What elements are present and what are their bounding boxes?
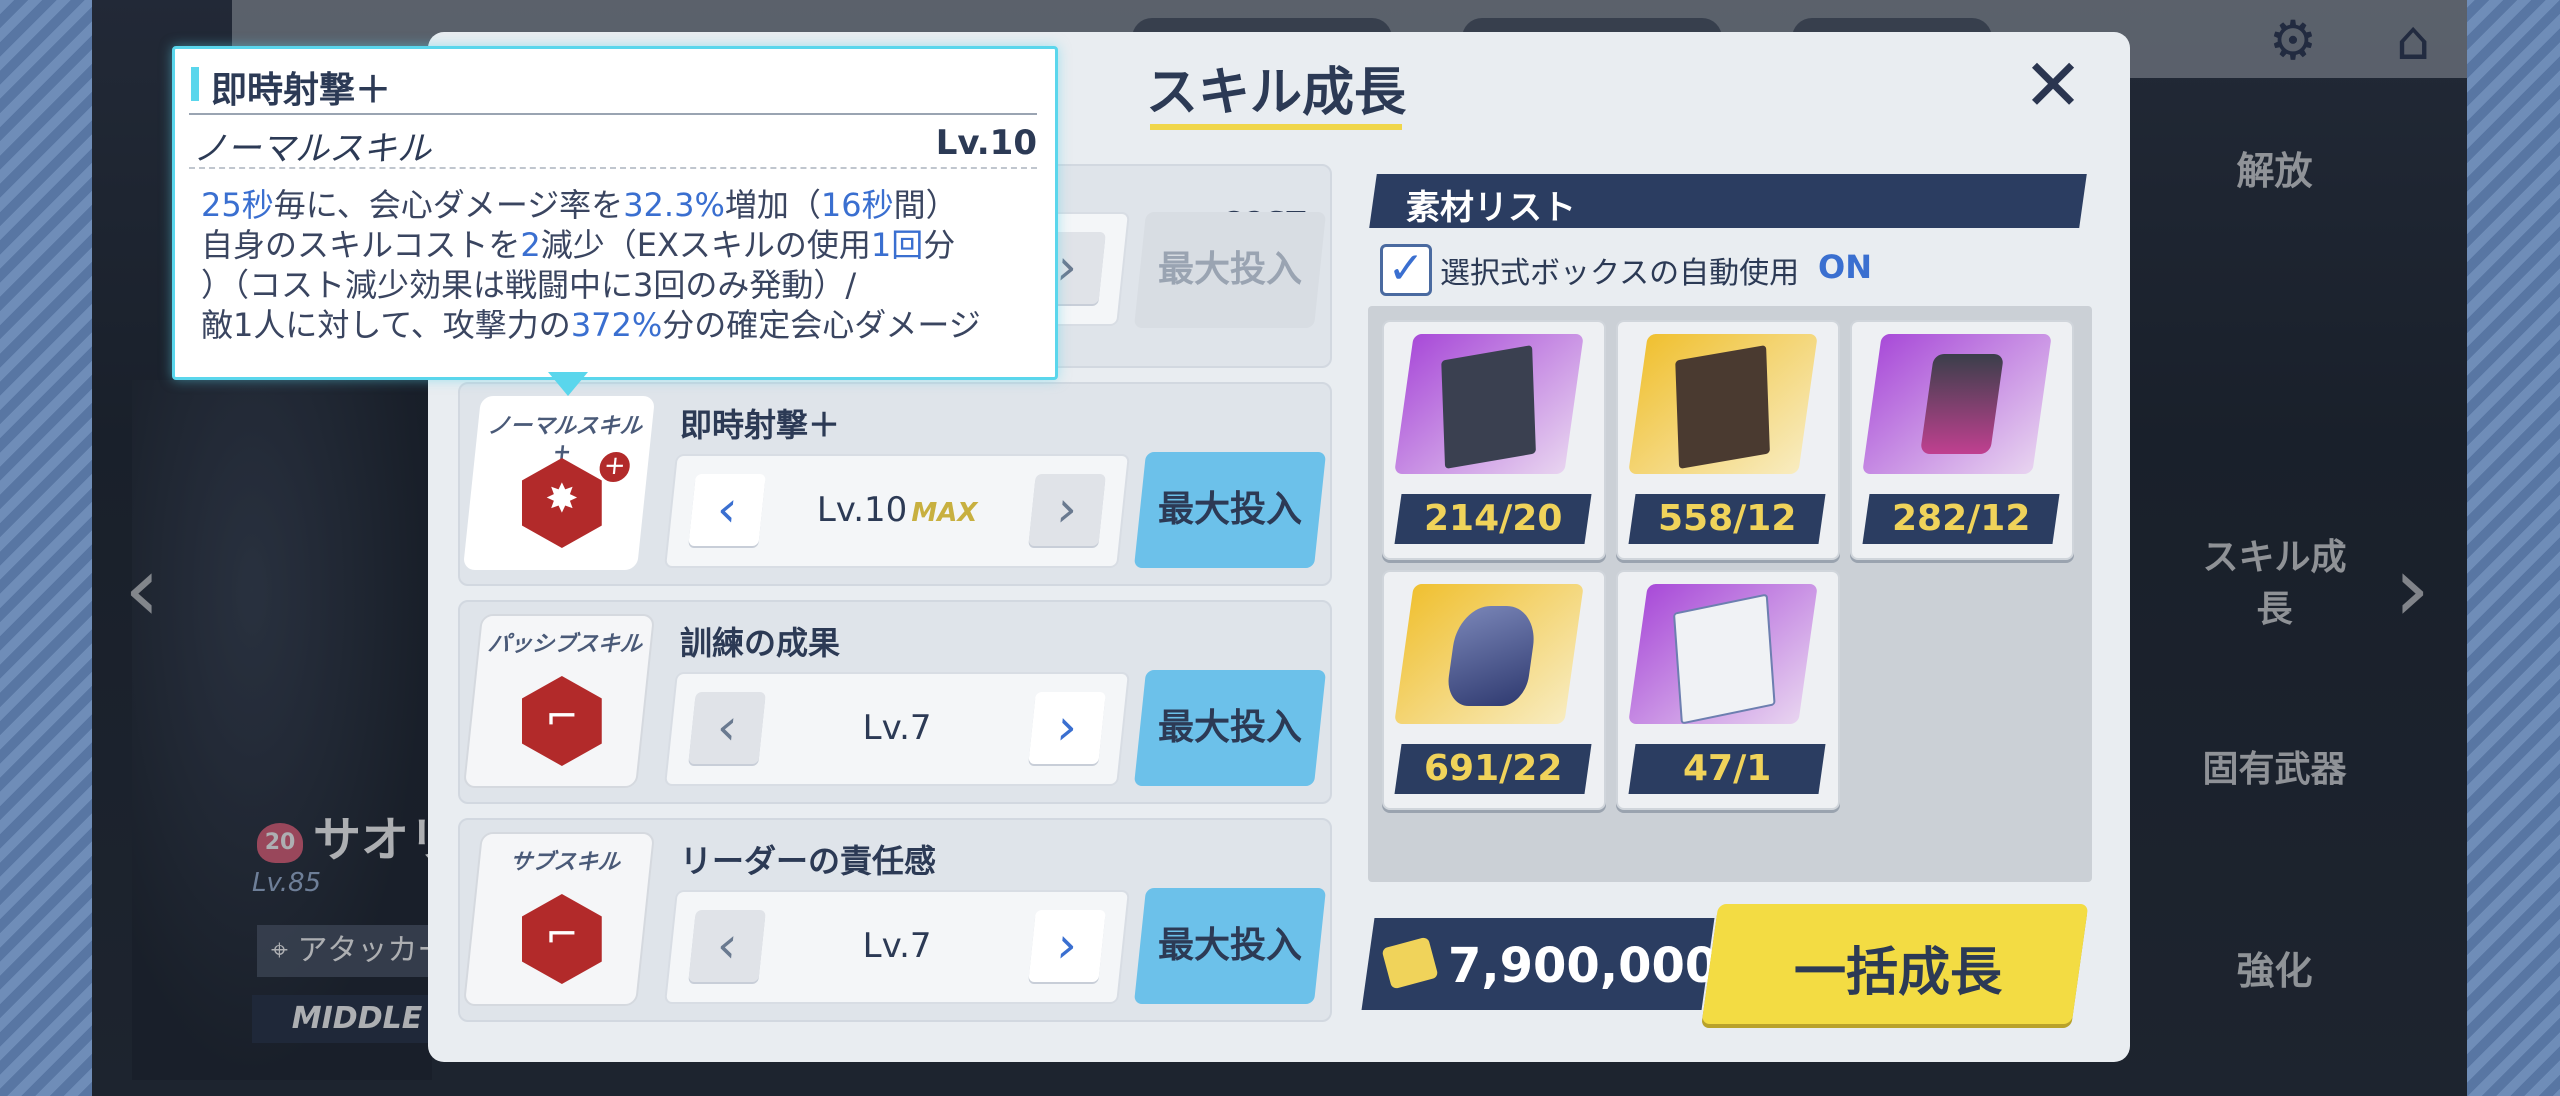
skill-type-label: サブスキル [508,850,622,875]
panel-title: スキル成長 [1146,63,1407,123]
material-count: 558/12 [1628,494,1826,544]
skill-level: Lv.10 MAX [772,490,1022,530]
max-invest-label: 最大投入 [1157,489,1302,530]
tooltip-skill-type: ノーマルスキル [193,129,431,169]
max-invest-button[interactable]: 最大投入 [1133,670,1327,786]
normal-skill-icon-box[interactable]: ノーマルスキル+ ✸ + [462,396,656,570]
secret-notes-icon [1628,584,1818,725]
skill-name: 訓練の成果 [680,624,841,662]
passive-skill-card: パッシブスキル ⌐ 訓練の成果 ‹ Lv.7 › 最大投入 [458,600,1332,804]
skill-tooltip: 即時射撃＋ ノーマルスキル Lv.10 25秒毎に、会心ダメージ率を32.3%増… [172,46,1058,380]
material-count: 214/20 [1394,494,1592,544]
max-tag: MAX [911,498,978,528]
material-count: 47/1 [1628,744,1826,794]
material-grid: 214/20 558/12 282/12 691/22 47/1 [1368,306,2092,882]
tooltip-description: 25秒毎に、会心ダメージ率を32.3%増加（16秒間） 自身のスキルコストを2減… [201,185,1041,345]
skill-name: リーダーの責任感 [680,842,937,880]
normal-skill-card: ノーマルスキル+ ✸ + 即時射撃＋ ‹ Lv.10 MAX › 最大投入 [458,382,1332,586]
skill-level: Lv.7 [862,926,932,966]
next-level-icon[interactable]: › [1028,474,1106,546]
max-invest-label: 最大投入 [1157,249,1302,290]
passive-skill-icon-box[interactable]: パッシブスキル ⌐ [462,614,656,788]
auto-use-label: 選択式ボックスの自動使用 [1440,256,1800,291]
tooltip-title: 即時射撃＋ [211,70,392,111]
gold-tech-notes-icon [1628,334,1818,474]
material-item[interactable]: 558/12 [1616,320,1840,560]
level-value: Lv.10 [816,490,908,530]
prev-level-icon[interactable]: ‹ [688,474,766,546]
max-invest-label: 最大投入 [1157,707,1302,748]
prev-level-icon[interactable]: ‹ [688,692,766,764]
skill-name: 即時射撃＋ [680,406,841,444]
credit-cost: 7,900,000 [1448,938,1719,994]
burst-skill-icon: ✸ [522,458,602,548]
material-list-title: 素材リスト [1406,188,1576,228]
tooltip-dashed-divider [189,167,1037,169]
auto-use-state: ON [1818,248,1872,286]
material-count: 691/22 [1394,744,1592,794]
tooltip-skill-level: Lv.10 [935,123,1037,163]
pistol-skill-icon: ⌐ [522,676,602,766]
lantern-artifact-icon [1862,334,2052,474]
tooltip-accent-bar [191,67,199,101]
level-control: ‹ Lv.7 › [664,890,1130,1004]
tooltip-pointer [548,372,588,396]
close-icon[interactable]: ✕ [2018,49,2088,122]
prev-level-icon[interactable]: ‹ [688,910,766,982]
bulk-growth-label[interactable]: 一括成長 [1718,930,2078,1005]
material-count: 282/12 [1862,494,2060,544]
desc-line: ）（コスト減少効果は戦闘中に3回のみ発動）/ [201,266,857,304]
next-level-icon[interactable]: › [1028,692,1106,764]
next-level-icon[interactable]: › [1028,910,1106,982]
sub-skill-card: サブスキル ⌐ リーダーの責任感 ‹ Lv.7 › 最大投入 [458,818,1332,1022]
skill-type-label: パッシブスキル [486,632,644,657]
stone-artifact-icon [1394,584,1584,724]
max-invest-label: 最大投入 [1157,925,1302,966]
pistol-skill-icon: ⌐ [522,894,602,984]
material-item[interactable]: 282/12 [1850,320,2074,560]
max-invest-button[interactable]: 最大投入 [1133,452,1327,568]
title-underline [1150,124,1402,130]
max-invest-button[interactable]: 最大投入 [1133,888,1327,1004]
purple-tech-notes-icon [1394,334,1584,474]
level-control: ‹ Lv.10 MAX › [664,454,1130,568]
desc-line: 自身のスキルコストを2減少（EXスキルの使用1回分 [201,226,956,264]
material-item[interactable]: 214/20 [1382,320,1606,560]
sub-skill-icon-box[interactable]: サブスキル ⌐ [462,832,656,1006]
material-item[interactable]: 47/1 [1616,570,1840,810]
ex-max-invest-button[interactable]: 最大投入 [1133,212,1327,328]
material-item[interactable]: 691/22 [1382,570,1606,810]
auto-use-checkbox[interactable]: ✓ [1380,244,1432,296]
desc-line: 25秒毎に、会心ダメージ率を32.3%増加（16秒間） [201,186,958,224]
level-control: ‹ Lv.7 › [664,672,1130,786]
desc-line: 敵1人に対して、攻撃力の372%分の確定会心ダメージ [201,306,981,344]
skill-level: Lv.7 [862,708,932,748]
tooltip-divider [189,113,1037,115]
